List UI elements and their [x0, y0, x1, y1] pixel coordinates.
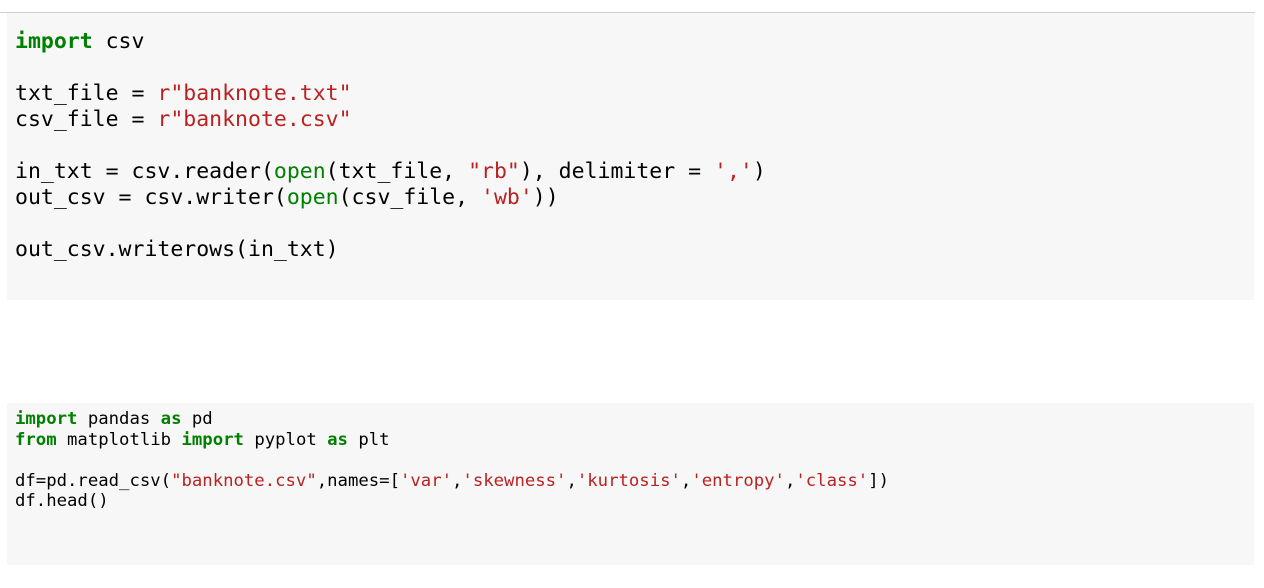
code-line: import csv — [15, 29, 1254, 55]
code-token: 'class' — [795, 470, 869, 491]
code-token: 'skewness' — [462, 470, 567, 491]
code-line: out_csv = csv.writer(open(csv_file, 'wb'… — [15, 185, 1254, 211]
code-token: ]) — [868, 470, 890, 491]
code-token: matplotlib — [56, 429, 182, 450]
code-token: "rb" — [468, 159, 520, 184]
code-token: ',' — [714, 159, 753, 184]
code-token: as — [327, 429, 348, 450]
code-token: , — [452, 470, 463, 491]
code-token: ), delimiter = — [519, 159, 715, 184]
code-token: 'wb' — [481, 185, 533, 210]
code-line: df=pd.read_csv("banknote.csv",names=['va… — [15, 471, 1254, 492]
code-token: 'entropy' — [691, 470, 785, 491]
code-line: txt_file = r"banknote.txt" — [15, 81, 1254, 107]
code-line: from matplotlib import pyplot as plt — [15, 430, 1254, 451]
code-token: import — [15, 409, 78, 429]
notebook-page: import csv txt_file = r"banknote.txt" csv_… — [0, 0, 1264, 588]
code-token: pyplot — [243, 429, 328, 450]
code-token: csv — [92, 29, 145, 54]
code-token: csv_file = — [15, 107, 158, 132]
code-line: df.head() — [15, 491, 1254, 512]
code-token: import — [181, 429, 244, 450]
code-token: ) — [752, 159, 766, 184]
code-token: , — [566, 470, 577, 491]
code-token: r"banknote.txt" — [157, 81, 352, 106]
code-token: from — [15, 429, 57, 450]
code-token: df.head() — [15, 491, 109, 511]
code-token: pd — [181, 409, 213, 429]
code-token: 'var' — [399, 470, 453, 491]
code-token: "banknote.csv" — [171, 470, 317, 491]
code-token: , — [680, 470, 692, 491]
code-line: out_csv.writerows(in_txt) — [15, 237, 1254, 263]
code-token: as — [160, 409, 182, 429]
code-token: out_csv = csv.writer( — [15, 185, 287, 210]
code-token: df=pd.read_csv( — [15, 470, 172, 491]
code-token: 'kurtosis' — [576, 470, 681, 491]
code-token: pandas — [77, 409, 161, 429]
code-line: in_txt = csv.reader(open(txt_file, "rb")… — [15, 159, 1254, 185]
code-line: csv_file = r"banknote.csv" — [15, 107, 1254, 133]
code-token: open — [286, 185, 339, 210]
code-token: open — [273, 159, 326, 184]
code-token: (csv_file, — [338, 185, 481, 210]
code-token: plt — [347, 429, 390, 450]
code-cell-csv-conversion[interactable]: import csv txt_file = r"banknote.txt" csv_… — [7, 13, 1254, 300]
code-token: import — [15, 29, 93, 54]
code-token: r"banknote.csv" — [157, 107, 352, 132]
code-line: import pandas as pd — [15, 409, 1254, 430]
code-token: ,names=[ — [316, 470, 400, 491]
code-token: (txt_file, — [325, 159, 469, 184]
code-token: , — [784, 470, 796, 491]
code-token: out_csv.writerows(in_txt) — [15, 237, 339, 262]
code-token: in_txt = csv.reader( — [15, 159, 274, 184]
code-token: txt_file = — [15, 81, 158, 106]
code-token: )) — [532, 185, 559, 210]
code-cell-pandas-load[interactable]: import pandas as pd from matplotlib impor… — [7, 403, 1254, 565]
